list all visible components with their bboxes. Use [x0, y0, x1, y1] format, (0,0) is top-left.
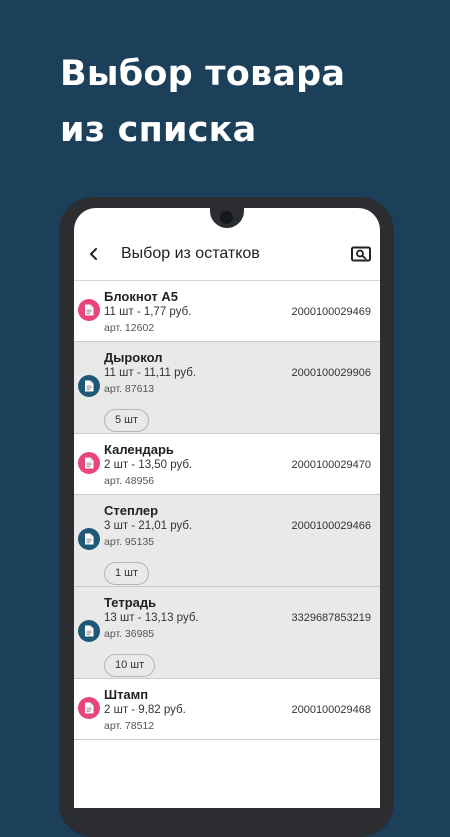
image-search-button[interactable]	[350, 243, 372, 265]
promo-line-1: Выбор товара	[60, 54, 346, 94]
item-name: Тетрадь	[104, 595, 157, 610]
list-item[interactable]: Степлер 3 шт - 21,01 руб. арт. 95135 200010…	[74, 495, 380, 587]
item-qty-price: 11 шт - 11,11 руб.	[104, 367, 197, 379]
item-barcode: 2000100029906	[291, 367, 371, 379]
item-article: арт. 12602	[104, 322, 155, 334]
back-button[interactable]	[82, 242, 106, 266]
selected-qty-chip[interactable]: 5 шт	[104, 409, 150, 432]
promo-line-2: из списка	[60, 110, 257, 150]
item-article: арт. 78512	[104, 720, 155, 732]
item-article: арт. 48956	[104, 475, 155, 487]
item-name: Штамп	[104, 687, 149, 702]
promo-headline: Выбор товара из списка	[60, 46, 345, 158]
list-item[interactable]: Блокнот А5 11 шт - 1,77 руб. арт. 12602 200…	[74, 281, 380, 342]
document-icon	[78, 528, 100, 550]
stock-item-list: Блокнот А5 11 шт - 1,77 руб. арт. 12602 200…	[74, 280, 380, 740]
item-barcode: 2000100029466	[291, 520, 371, 532]
document-icon	[78, 697, 100, 719]
image-search-icon	[351, 246, 371, 262]
document-icon	[78, 620, 100, 642]
list-item[interactable]: Календарь 2 шт - 13,50 руб. арт. 48956 2000…	[74, 434, 380, 495]
arrow-back-icon	[90, 248, 97, 260]
item-qty-price: 11 шт - 1,77 руб.	[104, 306, 192, 318]
item-barcode: 2000100029469	[291, 306, 371, 318]
item-qty-price: 2 шт - 13,50 руб.	[104, 459, 193, 471]
item-article: арт. 95135	[104, 536, 155, 548]
item-barcode: 2000100029470	[291, 459, 371, 471]
list-item[interactable]: Штамп 2 шт - 9,82 руб. арт. 78512 200010002…	[74, 679, 380, 740]
item-barcode: 2000100029468	[291, 704, 371, 716]
list-item[interactable]: Дырокол 11 шт - 11,11 руб. арт. 87613 20001…	[74, 342, 380, 434]
item-qty-price: 13 шт - 13,13 руб.	[104, 612, 199, 624]
item-qty-price: 2 шт - 9,82 руб.	[104, 704, 186, 716]
document-icon	[78, 299, 100, 321]
camera-lens	[220, 211, 233, 224]
document-icon	[78, 375, 100, 397]
selected-qty-chip[interactable]: 1 шт	[104, 562, 150, 585]
item-article: арт. 87613	[104, 383, 155, 395]
item-article: арт. 36985	[104, 628, 155, 640]
item-name: Степлер	[104, 503, 159, 518]
document-icon	[78, 452, 100, 474]
item-name: Дырокол	[104, 350, 163, 365]
item-barcode: 3329687853219	[291, 612, 371, 624]
selected-qty-chip[interactable]: 10 шт	[104, 654, 156, 677]
item-qty-price: 3 шт - 21,01 руб.	[104, 520, 193, 532]
list-item[interactable]: Тетрадь 13 шт - 13,13 руб. арт. 36985 33296…	[74, 587, 380, 679]
screen-title: Выбор из остатков	[121, 245, 260, 262]
phone-screen: Выбор из остатков Блокнот А5 11 шт - 1,77…	[74, 208, 380, 808]
app-bar: Выбор из остатков	[74, 230, 380, 280]
item-name: Блокнот А5	[104, 289, 178, 304]
item-name: Календарь	[104, 442, 174, 457]
